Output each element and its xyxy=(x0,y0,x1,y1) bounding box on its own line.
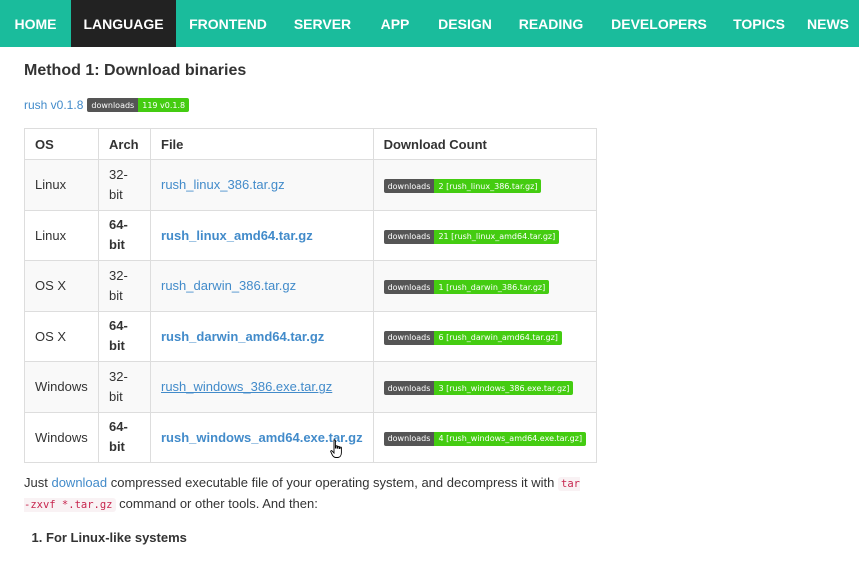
steps-list: For Linux-like systems xyxy=(24,530,187,545)
table-row: Windows 64-bit rush_windows_amd64.exe.ta… xyxy=(24,411,598,463)
nav-app[interactable]: APP xyxy=(365,0,425,47)
header-os: OS xyxy=(24,128,99,160)
badge-value: 6 [rush_darwin_amd64.tar.gz] xyxy=(434,330,562,345)
header-arch: Arch xyxy=(98,128,151,160)
section-heading: Method 1: Download binaries xyxy=(24,62,247,79)
nav-server[interactable]: SERVER xyxy=(280,0,365,47)
cell-os: Linux xyxy=(24,159,99,211)
cell-os: OS X xyxy=(24,310,99,362)
cell-arch: 32-bit xyxy=(98,159,151,211)
table-row: Windows 32-bit rush_windows_386.exe.tar.… xyxy=(24,361,598,413)
list-item: For Linux-like systems xyxy=(46,530,187,545)
file-download-link[interactable]: rush_linux_386.tar.gz xyxy=(161,177,285,192)
table-header-row: OS Arch File Download Count xyxy=(24,128,598,160)
version-row: rush v0.1.8 downloads 119 v0.1.8 xyxy=(24,98,190,112)
badge-label: downloads xyxy=(383,280,435,294)
cell-arch: 32-bit xyxy=(98,260,151,312)
badge-value: 1 [rush_darwin_386.tar.gz] xyxy=(434,280,550,294)
para-text-before: Just xyxy=(24,475,52,490)
download-count-badge[interactable]: downloads 1 [rush_darwin_386.tar.gz] xyxy=(383,280,550,294)
nav-language[interactable]: LANGUAGE xyxy=(71,0,176,47)
badge-value: 4 [rush_windows_amd64.exe.tar.gz] xyxy=(434,431,587,446)
version-link[interactable]: rush v0.1.8 xyxy=(24,98,83,112)
hand-pointer-cursor-icon xyxy=(330,439,342,458)
cell-arch: 64-bit xyxy=(98,411,151,463)
nav-home[interactable]: HOME xyxy=(0,0,71,47)
nav-frontend[interactable]: FRONTEND xyxy=(176,0,280,47)
badge-label: downloads xyxy=(383,381,435,395)
download-count-badge[interactable]: downloads 4 [rush_windows_amd64.exe.tar.g… xyxy=(383,431,587,446)
cell-os: Windows xyxy=(24,411,99,463)
top-navigation: HOME LANGUAGE FRONTEND SERVER APP DESIGN… xyxy=(0,0,859,47)
table-row: Linux 32-bit rush_linux_386.tar.gz downl… xyxy=(24,159,598,211)
para-text-after: command or other tools. And then: xyxy=(115,496,318,511)
instructions-paragraph: Just download compressed executable file… xyxy=(24,473,584,515)
table-row: OS X 32-bit rush_darwin_386.tar.gz downl… xyxy=(24,260,598,312)
badge-label: downloads xyxy=(383,431,435,446)
download-link[interactable]: download xyxy=(51,475,107,490)
download-count-badge[interactable]: downloads 21 [rush_linux_amd64.tar.gz] xyxy=(383,229,560,244)
badge-value: 21 [rush_linux_amd64.tar.gz] xyxy=(434,229,560,244)
header-download-count: Download Count xyxy=(372,128,598,160)
nav-news[interactable]: NEWS xyxy=(797,0,859,47)
cell-arch: 64-bit xyxy=(98,209,151,261)
downloads-table: OS Arch File Download Count Linux 32-bit… xyxy=(24,128,598,463)
file-download-link[interactable]: rush_darwin_386.tar.gz xyxy=(161,278,296,293)
file-download-link[interactable]: rush_linux_amd64.tar.gz xyxy=(161,228,313,243)
version-downloads-badge[interactable]: downloads 119 v0.1.8 xyxy=(87,98,190,112)
cell-os: Windows xyxy=(24,361,99,413)
cell-os: Linux xyxy=(24,209,99,261)
cell-arch: 32-bit xyxy=(98,361,151,413)
badge-label: downloads xyxy=(383,229,435,244)
file-download-link[interactable]: rush_windows_386.exe.tar.gz xyxy=(161,379,332,394)
badge-label: downloads xyxy=(87,98,139,112)
table-row: Linux 64-bit rush_linux_amd64.tar.gz dow… xyxy=(24,209,598,261)
badge-value: 2 [rush_linux_386.tar.gz] xyxy=(434,179,542,193)
badge-label: downloads xyxy=(383,179,435,193)
nav-developers[interactable]: DEVELOPERS xyxy=(597,0,721,47)
cell-os: OS X xyxy=(24,260,99,312)
file-download-link[interactable]: rush_darwin_amd64.tar.gz xyxy=(161,329,324,344)
table-row: OS X 64-bit rush_darwin_amd64.tar.gz dow… xyxy=(24,310,598,362)
nav-reading[interactable]: READING xyxy=(505,0,597,47)
para-text-middle: compressed executable file of your opera… xyxy=(107,475,559,490)
badge-value: 3 [rush_windows_386.exe.tar.gz] xyxy=(434,381,574,395)
nav-design[interactable]: DESIGN xyxy=(425,0,505,47)
download-count-badge[interactable]: downloads 3 [rush_windows_386.exe.tar.gz] xyxy=(383,381,574,395)
download-count-badge[interactable]: downloads 2 [rush_linux_386.tar.gz] xyxy=(383,179,542,193)
badge-label: downloads xyxy=(383,330,435,345)
cell-arch: 64-bit xyxy=(98,310,151,362)
download-count-badge[interactable]: downloads 6 [rush_darwin_amd64.tar.gz] xyxy=(383,330,562,345)
badge-value: 119 v0.1.8 xyxy=(138,98,190,112)
header-file: File xyxy=(150,128,374,160)
nav-topics[interactable]: TOPICS xyxy=(721,0,797,47)
